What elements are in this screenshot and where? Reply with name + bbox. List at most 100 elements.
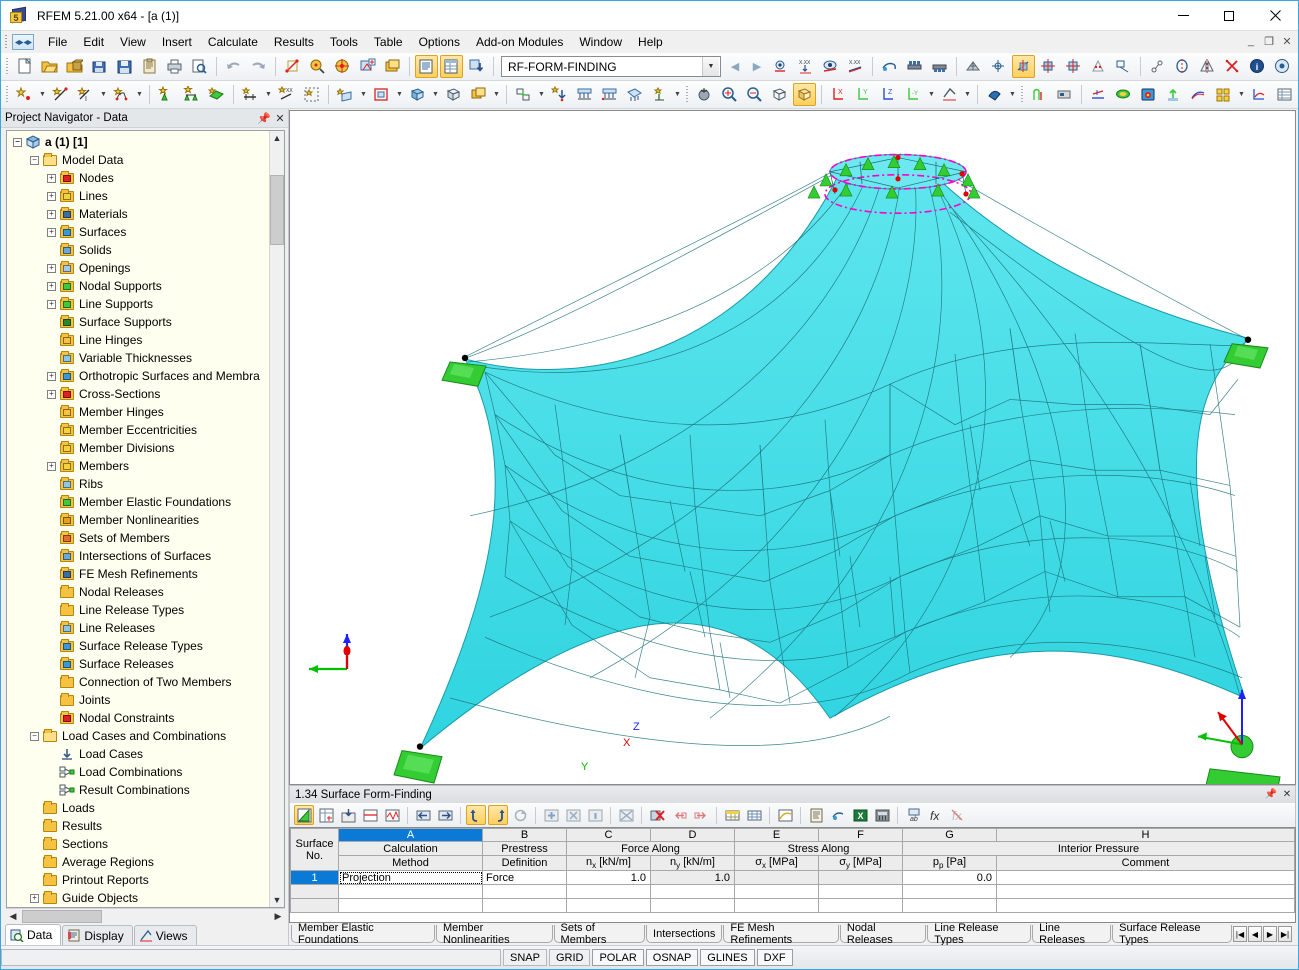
tree-item-line-hinges[interactable]: Line Hinges	[7, 331, 269, 349]
result-solid-icon[interactable]	[1137, 83, 1160, 106]
table-tab-member-nonlinearities[interactable]: Member Nonlinearities	[436, 925, 553, 943]
empty-cell[interactable]	[819, 885, 903, 899]
tree-item-nodes[interactable]: +Nodes	[7, 169, 269, 187]
delete-row-icon[interactable]	[563, 805, 583, 825]
scroll-thumb[interactable]	[270, 175, 284, 245]
menu-grip[interactable]	[3, 34, 10, 50]
tree-item-nodal-releases[interactable]: Nodal Releases	[7, 583, 269, 601]
menu-edit[interactable]: Edit	[75, 32, 112, 52]
clear-icon[interactable]	[616, 805, 636, 825]
empty-cell[interactable]	[651, 885, 735, 899]
render-model-dropdown-icon[interactable]: ▼	[1007, 83, 1018, 106]
expand-icon[interactable]: +	[47, 282, 56, 291]
mesh-icon[interactable]	[962, 55, 985, 78]
scroll-down-icon[interactable]: ▼	[270, 893, 284, 907]
column-header-B[interactable]: B	[483, 829, 567, 842]
table-tab-fe-mesh-refinements[interactable]: FE Mesh Refinements	[723, 925, 838, 943]
add-row-icon[interactable]	[541, 805, 561, 825]
free-load-dropdown-icon[interactable]: ▼	[672, 83, 683, 106]
status-toggle-grid[interactable]: GRID	[549, 949, 591, 966]
new-line-icon[interactable]	[49, 83, 72, 106]
print-icon[interactable]	[163, 55, 186, 78]
new-polyline-dropdown-icon[interactable]: ▼	[134, 83, 145, 106]
scroll-right-icon[interactable]: ▶	[271, 910, 285, 923]
collapse-icon[interactable]: −	[13, 138, 22, 147]
toolbar-grip-3[interactable]	[4, 85, 11, 104]
menu-options[interactable]: Options	[411, 32, 468, 52]
empty-cell[interactable]	[735, 885, 819, 899]
result-arrow-icon[interactable]	[1162, 83, 1185, 106]
tab-data[interactable]: Data	[5, 924, 61, 945]
new-dimension-icon[interactable]: I	[74, 83, 97, 106]
save-project-icon[interactable]	[88, 55, 111, 78]
column-header-E[interactable]: E	[735, 829, 819, 842]
tree-item-member-eccentricities[interactable]: Member Eccentricities	[7, 421, 269, 439]
expand-icon[interactable]: +	[47, 174, 56, 183]
empty-cell[interactable]	[819, 899, 903, 913]
tree-item-surfaces[interactable]: +Surfaces	[7, 223, 269, 241]
cell-nx[interactable]: 1.0	[567, 871, 651, 885]
solid-box-icon[interactable]	[442, 83, 465, 106]
empty-cell[interactable]	[483, 899, 567, 913]
collapse-icon[interactable]: −	[30, 732, 39, 741]
menu-results[interactable]: Results	[266, 32, 322, 52]
mirror-icon[interactable]	[1196, 55, 1219, 78]
support-front-icon[interactable]	[903, 55, 926, 78]
isometric-dropdown-icon[interactable]: ▼	[962, 83, 973, 106]
close-icon[interactable]: ✕	[1279, 787, 1295, 802]
edit-line-icon[interactable]	[281, 55, 304, 78]
empty-cell[interactable]	[997, 885, 1295, 899]
empty-cell[interactable]	[567, 899, 651, 913]
tree-item-load-combinations[interactable]: Load Combinations	[7, 763, 269, 781]
cell-comment[interactable]	[997, 871, 1295, 885]
shrink-right-icon[interactable]	[435, 805, 455, 825]
tree-item-variable-thicknesses[interactable]: Variable Thicknesses	[7, 349, 269, 367]
guideline-icon[interactable]	[1112, 55, 1135, 78]
table-tab-member-elastic-foundations[interactable]: Member Elastic Foundations	[291, 925, 435, 943]
tree-item-ribs[interactable]: Ribs	[7, 475, 269, 493]
surface-load-icon[interactable]	[623, 83, 646, 106]
status-toggle-snap[interactable]: SNAP	[503, 949, 547, 966]
status-toggle-dxf[interactable]: DXF	[757, 949, 793, 966]
menu-insert[interactable]: Insert	[154, 32, 200, 52]
cell-sigma-y[interactable]	[819, 871, 903, 885]
tree-item-nodal-supports[interactable]: +Nodal Supports	[7, 277, 269, 295]
view-minus-y-icon[interactable]: -Y	[902, 83, 925, 106]
new-polyline-icon[interactable]	[110, 83, 133, 106]
toolbar-grip[interactable]	[4, 57, 11, 76]
cross-delete-icon[interactable]	[1221, 55, 1244, 78]
new-opening-dropdown-icon[interactable]: ▼	[394, 83, 405, 106]
table-row-empty[interactable]	[291, 885, 1295, 899]
tree-item-load-cases-and-combinations[interactable]: −Load Cases and Combinations	[7, 727, 269, 745]
tree-item-orthotropic-surfaces-and-membra[interactable]: +Orthotropic Surfaces and Membra	[7, 367, 269, 385]
table-tab-line-release-types[interactable]: Line Release Types	[927, 925, 1031, 943]
empty-cell[interactable]	[339, 899, 483, 913]
tree-item-line-release-types[interactable]: Line Release Types	[7, 601, 269, 619]
tree-item-intersections-of-surfaces[interactable]: Intersections of Surfaces	[7, 547, 269, 565]
tree-item-fe-mesh-refinements[interactable]: FE Mesh Refinements	[7, 565, 269, 583]
expand-icon[interactable]: +	[47, 300, 56, 309]
table-down-icon[interactable]	[338, 805, 358, 825]
tree-item-surface-releases[interactable]: Surface Releases	[7, 655, 269, 673]
open-file-icon[interactable]	[38, 55, 61, 78]
shrink-left-icon[interactable]	[413, 805, 433, 825]
cell-ny[interactable]: 1.0	[651, 871, 735, 885]
empty-cell[interactable]	[997, 899, 1295, 913]
network-icon[interactable]	[1296, 55, 1298, 78]
status-toggle-osnap[interactable]: OSNAP	[646, 949, 699, 966]
column-header-G[interactable]: G	[903, 829, 997, 842]
scroll-up-icon[interactable]: ▲	[270, 131, 284, 145]
pin-icon[interactable]: 📌	[256, 110, 272, 126]
view-x-icon[interactable]: X	[827, 83, 850, 106]
delete-x-icon[interactable]	[647, 805, 667, 825]
render-model-icon[interactable]	[983, 83, 1006, 106]
redo-icon[interactable]	[488, 805, 508, 825]
close-icon[interactable]	[1252, 1, 1298, 31]
data-grid[interactable]: SurfaceNo.ABCDEFGHCalculationPrestressFo…	[289, 827, 1296, 923]
table-view-icon[interactable]	[415, 55, 438, 78]
free-load-icon[interactable]	[648, 83, 671, 106]
axes-global-icon[interactable]	[1062, 55, 1085, 78]
mesh-node-icon[interactable]	[987, 55, 1010, 78]
tree-item-loads[interactable]: Loads	[7, 799, 269, 817]
view-dropdown-icon[interactable]: ▼	[926, 83, 937, 106]
